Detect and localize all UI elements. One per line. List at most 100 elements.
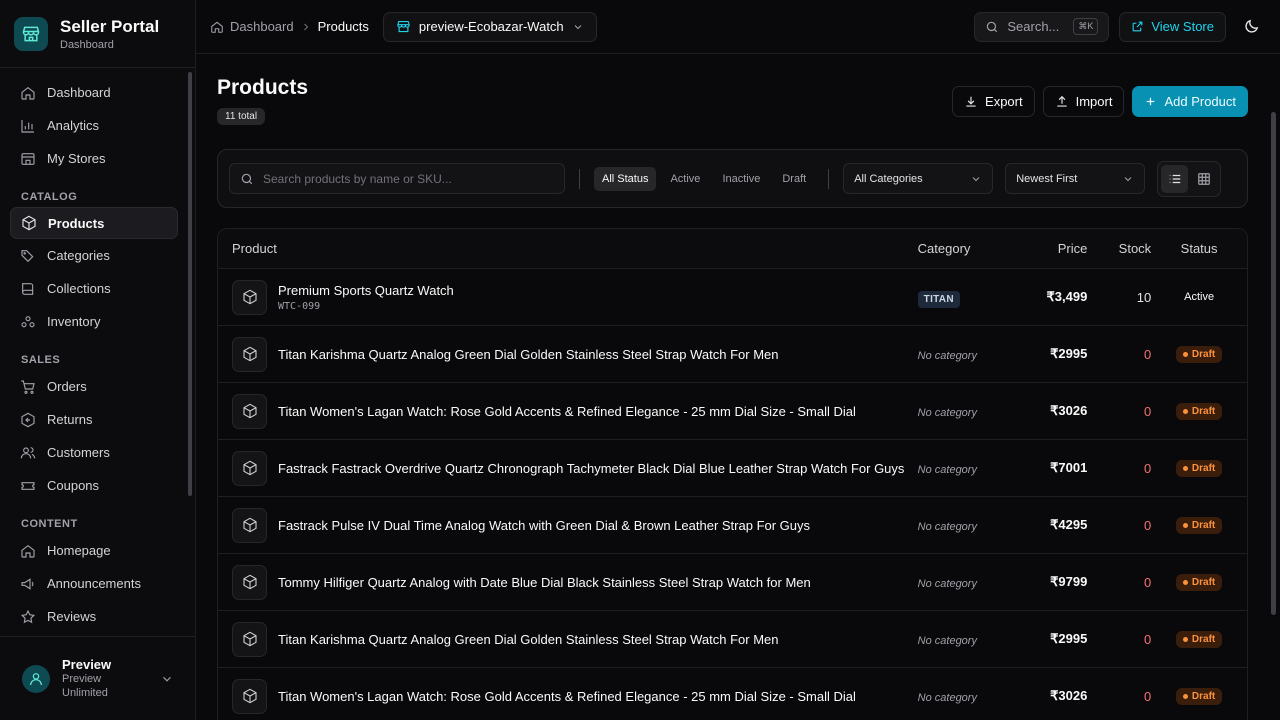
export-button[interactable]: Export xyxy=(952,86,1035,117)
external-link-icon xyxy=(1132,21,1143,32)
user-name: Preview xyxy=(62,657,112,672)
status-tab-draft[interactable]: Draft xyxy=(774,167,814,191)
header-category[interactable]: Category xyxy=(918,241,1018,256)
product-name[interactable]: Fastrack Pulse IV Dual Time Analog Watch… xyxy=(278,518,810,533)
breadcrumb-current: Products xyxy=(317,19,369,34)
sidebar-item-coupons[interactable]: Coupons xyxy=(0,469,188,502)
table-row[interactable]: Fastrack Pulse IV Dual Time Analog Watch… xyxy=(218,497,1247,554)
add-product-button[interactable]: Add Product xyxy=(1132,86,1248,117)
category-empty: No category xyxy=(917,406,977,419)
category-empty: No category xyxy=(917,691,977,704)
brand[interactable]: Seller Portal Dashboard xyxy=(0,0,195,68)
stock-cell: 0 xyxy=(1143,688,1152,704)
upload-icon xyxy=(1056,95,1067,107)
status-tab-inactive[interactable]: Inactive xyxy=(714,167,768,191)
sidebar-item-my-stores[interactable]: My Stores xyxy=(0,142,188,175)
sidebar-item-returns[interactable]: Returns xyxy=(0,403,188,436)
grid-view-button[interactable] xyxy=(1190,165,1217,193)
sidebar-item-analytics[interactable]: Analytics xyxy=(0,109,188,142)
breadcrumb-dashboard[interactable]: Dashboard xyxy=(230,19,294,34)
box-icon xyxy=(242,460,257,476)
status-dot xyxy=(1182,636,1188,642)
sidebar-item-label: Analytics xyxy=(47,118,100,133)
category-empty: No category xyxy=(917,577,977,590)
status-dot xyxy=(1182,465,1188,471)
sidebar-item-customers[interactable]: Customers xyxy=(0,436,188,469)
box-icon xyxy=(22,215,36,231)
import-button[interactable]: Import xyxy=(1042,86,1125,117)
table-row[interactable]: Titan Women's Lagan Watch: Rose Gold Acc… xyxy=(218,668,1247,720)
sidebar-item-label: Reviews xyxy=(47,609,97,624)
chevron-down-icon xyxy=(972,176,980,181)
sidebar-item-homepage[interactable]: Homepage xyxy=(0,534,188,567)
sort-dropdown[interactable]: Newest First xyxy=(1005,163,1146,194)
price-cell: ₹7001 xyxy=(1050,460,1088,475)
section-heading-sales: SALES xyxy=(21,354,61,366)
sidebar-item-categories[interactable]: Categories xyxy=(0,239,188,272)
status-badge: Draft xyxy=(1175,345,1223,363)
box-icon xyxy=(242,688,257,704)
stock-cell: 0 xyxy=(1143,631,1152,647)
product-search-input[interactable]: Search products by name or SKU... xyxy=(229,163,565,194)
main-scrollbar[interactable] xyxy=(1271,112,1276,615)
return-icon xyxy=(21,412,35,427)
store-icon xyxy=(397,20,410,33)
status-cell: Draft xyxy=(1151,630,1247,648)
header-price[interactable]: Price xyxy=(1017,241,1088,256)
status-label: Draft xyxy=(1191,348,1216,360)
status-dot xyxy=(1182,579,1188,585)
header-product[interactable]: Product xyxy=(218,241,918,256)
category-dropdown[interactable]: All Categories xyxy=(843,163,994,194)
sidebar-item-orders[interactable]: Orders xyxy=(0,370,188,403)
product-name[interactable]: Titan Women's Lagan Watch: Rose Gold Acc… xyxy=(278,404,856,419)
status-label: Draft xyxy=(1191,690,1216,702)
sidebar-item-products[interactable]: Products xyxy=(10,207,178,239)
table-row[interactable]: Titan Karishma Quartz Analog Green Dial … xyxy=(218,611,1247,668)
status-dot xyxy=(1182,693,1188,699)
table-row[interactable]: Fastrack Fastrack Overdrive Quartz Chron… xyxy=(218,440,1247,497)
table-row[interactable]: Tommy Hilfiger Quartz Analog with Date B… xyxy=(218,554,1247,611)
status-cell: Draft xyxy=(1151,516,1247,534)
list-view-button[interactable] xyxy=(1161,164,1189,193)
product-name[interactable]: Titan Karishma Quartz Analog Green Dial … xyxy=(278,632,779,647)
sidebar-scrollbar[interactable] xyxy=(188,72,192,496)
header-stock[interactable]: Stock xyxy=(1087,241,1152,256)
status-cell: Draft xyxy=(1151,687,1247,705)
brand-subtitle: Dashboard xyxy=(60,38,114,51)
product-cell: Fastrack Fastrack Overdrive Quartz Chron… xyxy=(218,450,918,486)
product-name[interactable]: Titan Karishma Quartz Analog Green Dial … xyxy=(278,347,779,362)
category-cell: No category xyxy=(918,632,1018,647)
sidebar-item-reviews[interactable]: Reviews xyxy=(0,600,188,633)
status-tab-active[interactable]: Active xyxy=(662,167,708,191)
table-row[interactable]: Titan Women's Lagan Watch: Rose Gold Acc… xyxy=(218,383,1247,440)
theme-toggle-button[interactable] xyxy=(1236,12,1266,42)
category-empty: No category xyxy=(917,634,977,647)
price-cell: ₹2995 xyxy=(1050,631,1088,646)
product-name[interactable]: Fastrack Fastrack Overdrive Quartz Chron… xyxy=(278,461,904,476)
sidebar-item-announcements[interactable]: Announcements xyxy=(0,567,188,600)
global-search[interactable]: Search... ⌘K xyxy=(974,11,1110,42)
sidebar-item-collections[interactable]: Collections xyxy=(0,272,188,305)
table-row[interactable]: Premium Sports Quartz Watch WTC-099 TITAN ₹… xyxy=(218,269,1247,326)
product-name[interactable]: Premium Sports Quartz Watch xyxy=(278,283,454,298)
header-status[interactable]: Status xyxy=(1151,241,1247,256)
table-row[interactable]: Titan Karishma Quartz Analog Green Dial … xyxy=(218,326,1247,383)
status-tab-all[interactable]: All Status xyxy=(594,166,657,191)
sidebar-item-inventory[interactable]: Inventory xyxy=(0,305,188,338)
sidebar-item-dashboard[interactable]: Dashboard xyxy=(0,76,188,109)
status-badge: Draft xyxy=(1175,573,1223,591)
sidebar-item-label: Orders xyxy=(47,379,87,394)
store-selector[interactable]: preview-Ecobazar-Watch xyxy=(382,11,597,42)
sidebar-item-label: Coupons xyxy=(47,478,100,493)
product-name[interactable]: Tommy Hilfiger Quartz Analog with Date B… xyxy=(278,575,811,590)
product-thumbnail xyxy=(232,450,267,486)
status-cell: Draft xyxy=(1151,402,1247,420)
brand-title: Seller Portal xyxy=(60,16,160,36)
user-menu[interactable]: Preview Preview Unlimited xyxy=(0,636,196,720)
category-cell: No category xyxy=(918,347,1018,362)
view-store-button[interactable]: View Store xyxy=(1119,11,1226,42)
product-name[interactable]: Titan Women's Lagan Watch: Rose Gold Acc… xyxy=(278,689,856,704)
status-cell: Draft xyxy=(1151,459,1247,477)
sidebar-item-label: Products xyxy=(48,215,105,231)
main-content: Products 11 total Export Import Add Prod… xyxy=(196,54,1276,720)
